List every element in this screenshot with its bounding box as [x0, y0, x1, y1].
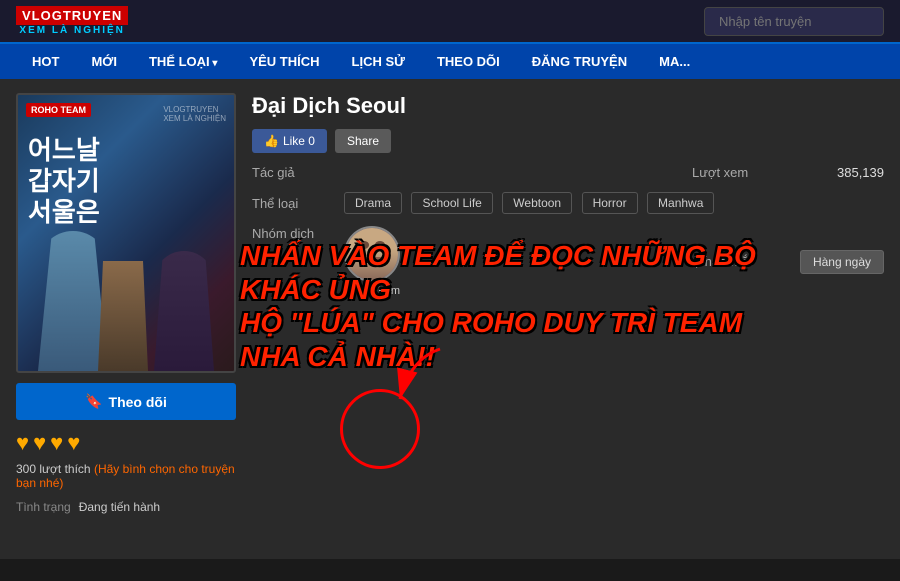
nav-ma[interactable]: MA...	[643, 44, 706, 79]
status-row: Tình trạng Đang tiến hành	[16, 500, 236, 514]
the-loai-label: Thể loại	[252, 196, 332, 211]
nav-bar: HOT MỚI THỂ LOẠI YÊU THÍCH LỊCH SỬ THEO …	[0, 44, 900, 79]
nav-the-loai[interactable]: THỂ LOẠI	[133, 44, 233, 79]
right-panel: Đại Dịch Seoul 👍 Like 0 Share Tác giả Lư…	[252, 93, 884, 545]
tinh-trang-label: Tình trạng	[16, 500, 71, 514]
cover-korean-title: 어느날갑자기서울은	[28, 135, 100, 229]
left-panel: ROHO TEAM VLOGTRUYENXEM LÀ NGHIỆN 어느날갑자기…	[16, 93, 236, 545]
lich-ra-mat-label: Lịch ra mắt	[688, 254, 788, 269]
theo-doi-label: Theo dõi	[109, 394, 167, 410]
search-input[interactable]	[704, 7, 884, 36]
cover-watermark: VLOGTRUYENXEM LÀ NGHIỆN	[163, 105, 226, 123]
nhom-dich-avatar[interactable]	[344, 226, 400, 282]
heart-2[interactable]: ♥	[33, 430, 46, 456]
hearts-row: ♥ ♥ ♥ ♥	[16, 430, 236, 456]
character-3	[98, 261, 148, 371]
nav-theo-doi[interactable]: THEO DÕI	[421, 44, 516, 79]
tag-horror[interactable]: Horror	[582, 192, 638, 214]
thumbs-up-icon: 👍	[264, 134, 279, 148]
nhom-dich-left: Nhóm dịch Roho Team	[252, 226, 400, 297]
manga-cover: ROHO TEAM VLOGTRUYENXEM LÀ NGHIỆN 어느날갑자기…	[16, 93, 236, 373]
nhom-dich-face	[346, 228, 398, 280]
nav-lich-su[interactable]: LỊCH SỬ	[336, 44, 421, 79]
tag-drama[interactable]: Drama	[344, 192, 402, 214]
luot-xem-value: 385,139	[804, 165, 884, 180]
tac-gia-row: Tác giả Lượt xem 385,139	[252, 165, 884, 180]
hang-ngay-button[interactable]: Hàng ngày	[800, 250, 884, 274]
character-2	[154, 251, 214, 371]
tinh-trang-value: Đang tiến hành	[79, 500, 160, 514]
main-content: ROHO TEAM VLOGTRUYENXEM LÀ NGHIỆN 어느날갑자기…	[0, 79, 900, 559]
nav-dang-truyen[interactable]: ĐĂNG TRUYỆN	[516, 44, 643, 79]
logo-top: VLOGTRUYEN	[16, 6, 128, 25]
tags-container: Drama School Life Webtoon Horror Manhwa	[344, 192, 719, 214]
character-1	[38, 231, 108, 371]
mouth	[362, 257, 383, 261]
theo-doi-button[interactable]: 🔖 Theo dõi	[16, 383, 236, 420]
like-share-row: 👍 Like 0 Share	[252, 129, 884, 153]
nhom-dich-team-container[interactable]: Roho Team	[344, 226, 400, 297]
the-loai-left: Thể loại Drama School Life Webtoon Horro…	[252, 192, 719, 214]
luot-xem-block: Lượt xem 385,139	[692, 165, 884, 180]
nav-yeu-thich[interactable]: YÊU THÍCH	[233, 44, 335, 79]
logo-bottom: XEM LÀ NGHIỆN	[19, 25, 124, 36]
eye-left	[359, 241, 369, 249]
nav-moi[interactable]: MỚI	[75, 44, 133, 79]
tac-gia-label: Tác giả	[252, 165, 332, 180]
bookmark-icon: 🔖	[85, 393, 102, 410]
nav-hot[interactable]: HOT	[16, 44, 75, 79]
tac-gia-left: Tác giả	[252, 165, 344, 180]
like-button[interactable]: 👍 Like 0	[252, 129, 327, 153]
tag-school[interactable]: School Life	[411, 192, 492, 214]
share-button[interactable]: Share	[335, 129, 391, 153]
like-count: Like 0	[283, 134, 315, 148]
lich-ra-mat-block: Lịch ra mắt Hàng ngày	[688, 250, 884, 274]
nhom-dich-label: Nhóm dịch	[252, 226, 332, 241]
the-loai-row: Thể loại Drama School Life Webtoon Horro…	[252, 192, 884, 214]
likes-text: 300 lượt thích (Hãy bình chọn cho truyện…	[16, 462, 236, 490]
eye-right	[375, 241, 385, 249]
heart-4[interactable]: ♥	[67, 430, 80, 456]
nhom-dich-row: Nhóm dịch Roho Team Lịch ra mắt Hà	[252, 226, 884, 297]
nhom-dich-team-label: Roho Team	[344, 285, 400, 297]
heart-3[interactable]: ♥	[50, 430, 63, 456]
logo[interactable]: VLOGTRUYEN XEM LÀ NGHIỆN	[16, 6, 128, 36]
manga-title: Đại Dịch Seoul	[252, 93, 884, 119]
header: VLOGTRUYEN XEM LÀ NGHIỆN	[0, 0, 900, 44]
tag-manhwa[interactable]: Manhwa	[647, 192, 714, 214]
luot-xem-label: Lượt xem	[692, 165, 792, 180]
heart-1[interactable]: ♥	[16, 430, 29, 456]
tag-webtoon[interactable]: Webtoon	[502, 192, 572, 214]
cover-roho-team-badge: ROHO TEAM	[26, 103, 91, 117]
